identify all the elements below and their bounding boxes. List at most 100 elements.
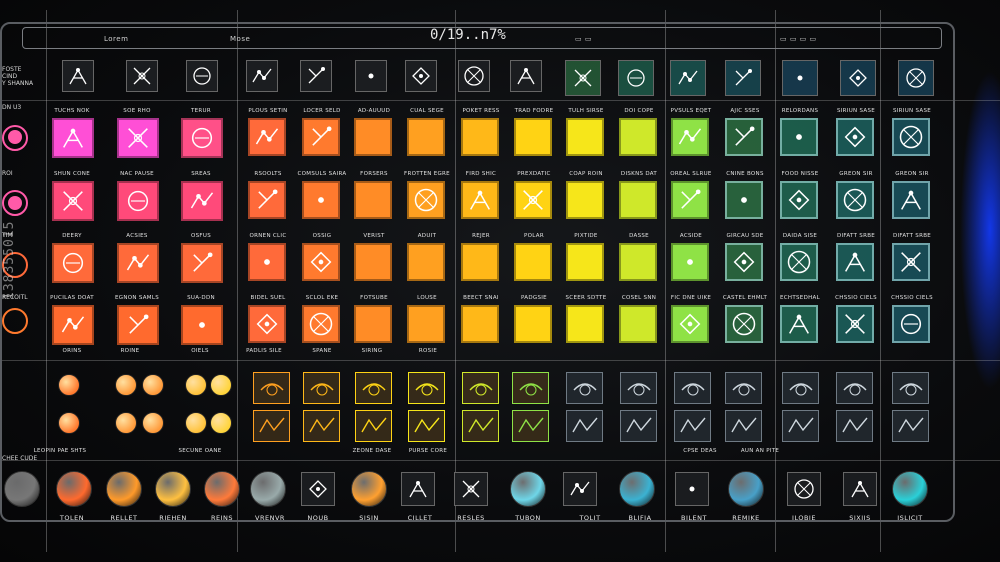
arrow-icon[interactable] [618,60,654,96]
bottom-icon-button[interactable] [675,472,709,506]
color-tile[interactable] [354,305,392,343]
thumbnail-cell[interactable] [836,410,873,442]
color-tile[interactable] [302,181,340,219]
scatter-icon[interactable] [458,60,490,92]
color-tile[interactable] [302,118,340,156]
thumbnail-cell[interactable] [408,372,445,404]
color-tile[interactable] [566,305,604,343]
bottom-icon-button[interactable] [301,472,335,506]
color-tile[interactable] [407,181,445,219]
color-tile[interactable] [354,118,392,156]
color-tile[interactable] [725,118,763,156]
color-tile[interactable] [619,243,657,281]
thumbnail-cell[interactable] [620,410,657,442]
indicator-dot[interactable] [210,374,232,396]
color-tile[interactable] [181,181,223,221]
thumbnail-cell[interactable] [782,410,819,442]
color-tile[interactable] [836,305,874,343]
color-tile[interactable] [780,181,818,219]
color-tile[interactable] [407,305,445,343]
bottom-icon-button[interactable] [106,471,142,507]
node-icon[interactable] [300,60,332,92]
bottom-icon-button[interactable] [401,472,435,506]
bottom-icon-button[interactable] [892,471,928,507]
color-tile[interactable] [619,181,657,219]
color-tile[interactable] [725,305,763,343]
path-icon[interactable] [186,60,218,92]
color-tile[interactable] [514,118,552,156]
bottom-icon-button[interactable] [204,471,240,507]
color-tile[interactable] [566,181,604,219]
thumbnail-cell[interactable] [674,410,711,442]
color-tile[interactable] [407,118,445,156]
indicator-dot[interactable] [142,374,164,396]
color-tile[interactable] [181,243,223,283]
color-tile[interactable] [117,181,159,221]
color-tile[interactable] [248,118,286,156]
thumbnail-cell[interactable] [462,410,499,442]
thumbnail-cell[interactable] [782,372,819,404]
toolbar-mid-label[interactable]: Mose [230,35,250,43]
color-tile[interactable] [780,243,818,281]
color-tile[interactable] [52,305,94,345]
thumbnail-cell[interactable] [836,372,873,404]
color-tile[interactable] [671,118,709,156]
color-tile[interactable] [354,243,392,281]
color-tile[interactable] [892,243,930,281]
thumbnail-cell[interactable] [355,410,392,442]
thumbnail-cell[interactable] [620,372,657,404]
thumbnail-cell[interactable] [253,410,290,442]
color-tile[interactable] [181,305,223,345]
color-tile[interactable] [461,118,499,156]
color-tile[interactable] [619,305,657,343]
thumbnail-cell[interactable] [253,372,290,404]
color-tile[interactable] [461,305,499,343]
left-circle-button[interactable] [2,308,28,334]
bottom-icon-button[interactable] [56,471,92,507]
network-icon[interactable] [782,60,818,96]
bottom-icon-button[interactable] [843,472,877,506]
bottom-icon-button[interactable] [155,471,191,507]
bottom-icon-button[interactable] [510,471,546,507]
cross-icon[interactable] [126,60,158,92]
indicator-dot[interactable] [142,412,164,434]
color-tile[interactable] [52,118,94,158]
color-tile[interactable] [117,243,159,283]
color-tile[interactable] [52,243,94,283]
bottom-icon-button[interactable] [454,472,488,506]
indicator-dot[interactable] [58,374,80,396]
color-tile[interactable] [302,305,340,343]
thumbnail-cell[interactable] [892,372,929,404]
fork-icon[interactable] [62,60,94,92]
indicator-dot[interactable] [115,412,137,434]
color-tile[interactable] [780,118,818,156]
thumbnail-cell[interactable] [892,410,929,442]
thumbnail-cell[interactable] [408,410,445,442]
thumbnail-cell[interactable] [303,372,340,404]
thumbnail-cell[interactable] [512,410,549,442]
angle-icon[interactable] [565,60,601,96]
color-tile[interactable] [725,181,763,219]
color-tile[interactable] [354,181,392,219]
color-tile[interactable] [836,181,874,219]
toolbar-left-label[interactable]: Lorem [104,35,128,43]
color-tile[interactable] [52,181,94,221]
bottom-icon-button[interactable] [728,471,764,507]
thumbnail-cell[interactable] [512,372,549,404]
cross-icon[interactable] [898,60,934,96]
color-tile[interactable] [566,118,604,156]
thumbnail-cell[interactable] [725,372,762,404]
color-tile[interactable] [671,305,709,343]
color-tile[interactable] [117,305,159,345]
bottom-icon-button[interactable] [250,471,286,507]
branch-icon[interactable] [405,60,437,92]
arrow-icon[interactable] [840,60,876,96]
color-tile[interactable] [302,243,340,281]
ring-icon[interactable] [246,60,278,92]
color-tile[interactable] [461,243,499,281]
thumbnail-cell[interactable] [566,372,603,404]
color-tile[interactable] [181,118,223,158]
color-tile[interactable] [248,305,286,343]
color-tile[interactable] [117,118,159,158]
color-tile[interactable] [407,243,445,281]
